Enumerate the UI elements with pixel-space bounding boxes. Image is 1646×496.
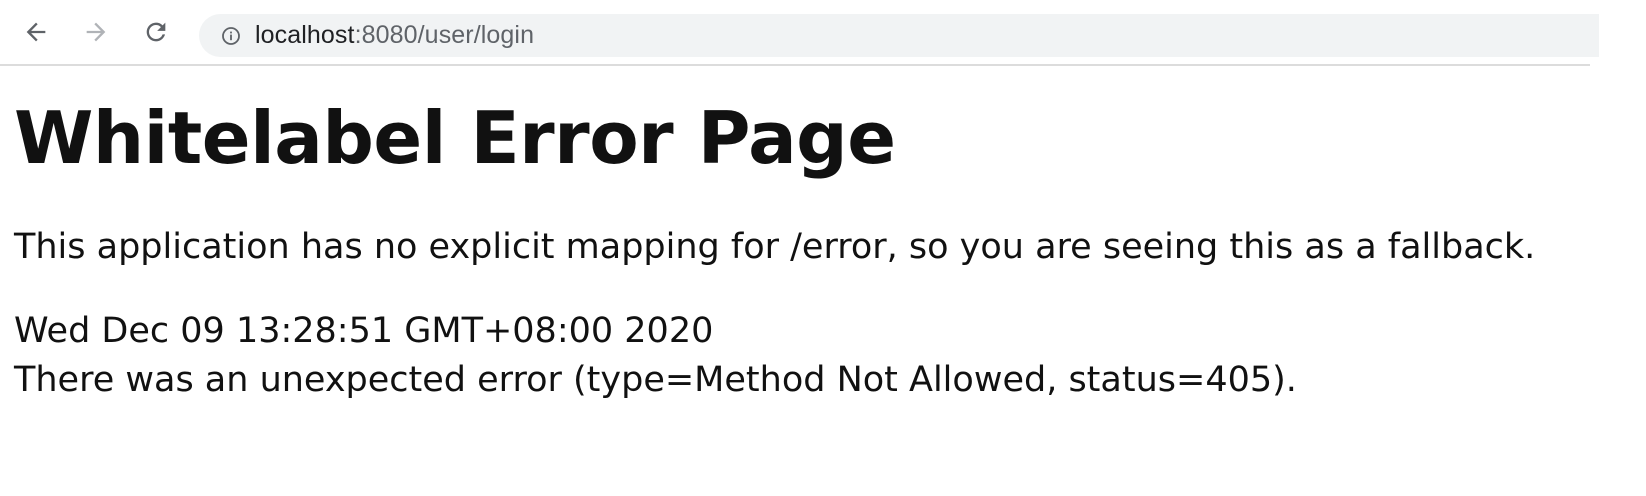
page-title: Whitelabel Error Page <box>14 96 896 180</box>
reload-icon <box>146 22 166 42</box>
arrow-right-icon <box>86 22 106 42</box>
address-bar[interactable]: localhost:8080/user/login <box>199 14 1599 57</box>
error-message: This application has no explicit mapping… <box>14 227 1536 267</box>
url-path: :8080/user/login <box>354 21 535 49</box>
arrow-left-icon <box>26 22 46 42</box>
back-button[interactable] <box>18 14 54 50</box>
info-icon[interactable] <box>221 26 241 46</box>
url-text[interactable]: localhost:8080/user/login <box>255 21 534 50</box>
error-timestamp: Wed Dec 09 13:28:51 GMT+08:00 2020 <box>14 311 714 351</box>
url-host: localhost <box>255 21 355 49</box>
reload-button[interactable] <box>138 14 174 50</box>
browser-toolbar: localhost:8080/user/login <box>0 0 1599 66</box>
error-detail: There was an unexpected error (type=Meth… <box>14 360 1297 400</box>
forward-button[interactable] <box>78 14 114 50</box>
